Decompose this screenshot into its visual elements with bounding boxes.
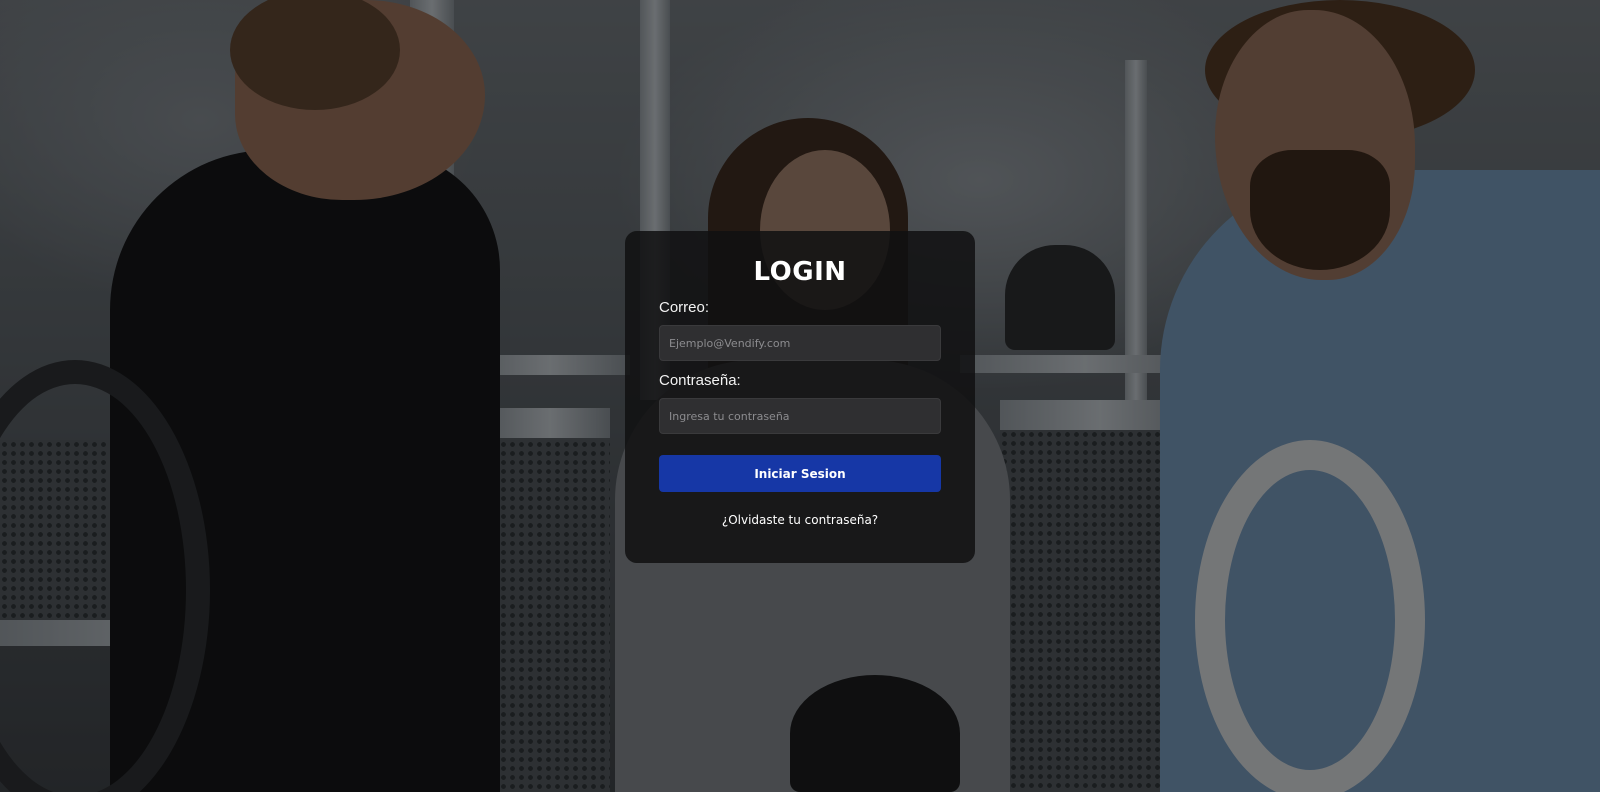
email-label: Correo: (659, 299, 710, 316)
forgot-password-link[interactable]: ¿Olvidaste tu contraseña? (659, 513, 941, 527)
login-page: LOGIN Correo: Contraseña: Iniciar Sesion… (0, 0, 1600, 792)
login-card: LOGIN Correo: Contraseña: Iniciar Sesion… (625, 231, 975, 563)
email-field[interactable] (659, 325, 941, 361)
password-label: Contraseña: (659, 372, 741, 389)
login-title: LOGIN (753, 257, 847, 287)
password-field[interactable] (659, 398, 941, 434)
login-button[interactable]: Iniciar Sesion (659, 455, 941, 492)
